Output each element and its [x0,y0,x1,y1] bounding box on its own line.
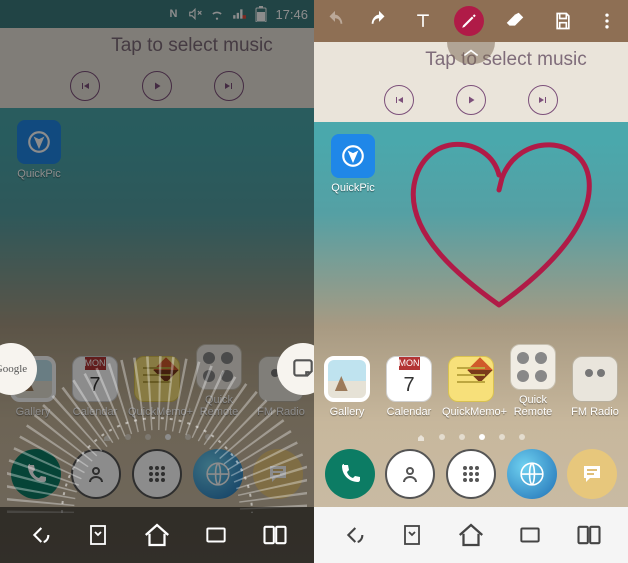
dock [0,441,314,507]
app-quickpic[interactable]: QuickPic [324,134,382,194]
calendar-day: 7 [403,370,414,401]
quickmemo-toolbar [314,0,628,42]
calendar-icon: MON7 [386,356,432,402]
nav-recent[interactable] [510,515,550,555]
dock-phone[interactable] [325,449,375,499]
calendar-label: Calendar [66,406,124,418]
chevron-up-icon [461,47,481,59]
quickmemo-icon [448,356,494,402]
app-quickremote[interactable]: Quick Remote [504,344,562,418]
app-calendar[interactable]: MON7 Calendar [380,356,438,418]
calendar-icon: MON7 [72,356,118,402]
status-bar: N 17:46 [0,0,314,28]
nav-bar [0,507,314,563]
nav-dual[interactable] [569,515,609,555]
save-button[interactable] [550,8,576,34]
music-controls [0,64,314,108]
nav-back[interactable] [333,515,373,555]
nav-dual[interactable] [255,515,295,555]
app-fmradio[interactable]: FM Radio [566,356,624,418]
nav-home[interactable] [137,515,177,555]
redo-button[interactable] [366,8,392,34]
app-quickmemo[interactable]: QuickMemo+ [128,356,186,418]
app-row: Gallery MON7 Calendar QuickMemo+ Quick Re… [0,348,314,418]
fmradio-label: FM Radio [252,406,310,418]
quickpic-label: QuickPic [324,182,382,194]
undo-button[interactable] [322,8,348,34]
music-next-button[interactable] [528,85,558,115]
gallery-label: Gallery [4,406,62,418]
mute-icon [187,6,203,22]
app-quickpic[interactable]: QuickPic [10,120,68,180]
nav-notifications[interactable] [78,515,118,555]
music-prev-button[interactable] [70,71,100,101]
music-title[interactable]: Tap to select music [0,28,314,64]
quickremote-icon [510,344,556,390]
pen-tool-button[interactable] [454,6,484,36]
music-play-button[interactable] [456,85,486,115]
dock-messages[interactable] [567,449,617,499]
gallery-label: Gallery [318,406,376,418]
calendar-label: Calendar [380,406,438,418]
overflow-button[interactable] [594,8,620,34]
quickpic-label: QuickPic [10,168,68,180]
dock-phone[interactable] [11,449,61,499]
quickremote-icon [196,344,242,390]
gallery-icon [324,356,370,402]
app-fmradio[interactable]: FM Radio [252,356,310,418]
music-widget[interactable]: Tap to select music [0,28,314,108]
calendar-day: 7 [89,370,100,401]
dock-browser[interactable] [507,449,557,499]
fmradio-icon [572,356,618,402]
text-tool-button[interactable] [410,8,436,34]
wifi-icon [209,6,225,22]
dock-contacts[interactable] [385,449,435,499]
dock-browser[interactable] [193,449,243,499]
dock [314,441,628,507]
eraser-tool-button[interactable] [502,8,528,34]
quickmemo-label: QuickMemo+ [128,406,186,418]
nav-back[interactable] [19,515,59,555]
app-quickremote[interactable]: Quick Remote [190,344,248,418]
music-prev-button[interactable] [384,85,414,115]
music-controls [314,78,628,122]
right-screen: Tap to select music [314,0,628,563]
quickpic-icon [17,120,61,164]
left-screen: N 17:46 Tap to select music QuickPic Gal… [0,0,314,563]
fmradio-label: FM Radio [566,406,624,418]
nav-recent[interactable] [196,515,236,555]
calendar-month: MON [399,357,420,370]
dock-messages[interactable] [253,449,303,499]
quickpic-icon [331,134,375,178]
battery-icon [253,6,269,22]
app-calendar[interactable]: MON7 Calendar [66,356,124,418]
gallery-icon [10,356,56,402]
nav-bar [314,507,628,563]
quickmemo-icon [134,356,180,402]
app-gallery[interactable]: Gallery [4,356,62,418]
nav-notifications[interactable] [392,515,432,555]
quickremote-label: Quick Remote [504,394,562,418]
dock-contacts[interactable] [71,449,121,499]
dock-apps[interactable] [132,449,182,499]
music-play-button[interactable] [142,71,172,101]
status-time: 17:46 [275,7,308,22]
app-gallery[interactable]: Gallery [318,356,376,418]
fmradio-icon [258,356,304,402]
quickremote-label: Quick Remote [190,394,248,418]
quickmemo-label: QuickMemo+ [442,406,500,418]
nav-home[interactable] [451,515,491,555]
dock-apps[interactable] [446,449,496,499]
calendar-month: MON [85,357,106,370]
nfc-icon: N [165,6,181,22]
music-next-button[interactable] [214,71,244,101]
app-quickmemo[interactable]: QuickMemo+ [442,356,500,418]
signal-icon [231,6,247,22]
app-row: Gallery MON7 Calendar QuickMemo+ Quick Re… [314,348,628,418]
